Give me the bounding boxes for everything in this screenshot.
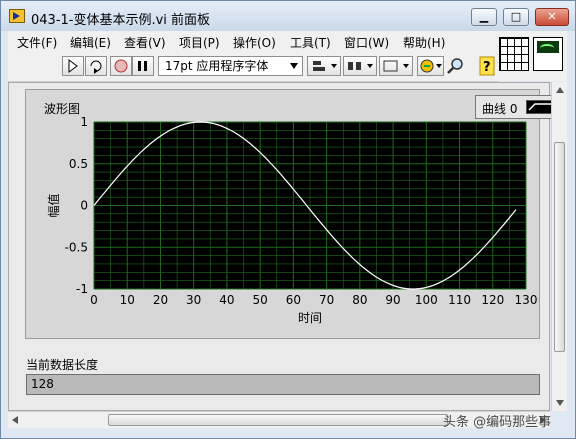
y-tick-label: 0.5 [69, 157, 88, 171]
run-arrow-icon [68, 59, 78, 73]
font-selector[interactable]: 17pt 应用程序字体 [158, 56, 303, 76]
search-icon [447, 58, 463, 74]
x-tick-label: 40 [219, 293, 234, 307]
toolbar: 17pt 应用程序字体 ? [8, 53, 499, 82]
vi-icon-area [499, 31, 567, 81]
vertical-scrollbar[interactable] [551, 82, 567, 411]
stop-icon [114, 59, 128, 73]
y-tick-label: -0.5 [65, 240, 88, 254]
vi-icon[interactable] [533, 37, 563, 71]
run-continuously-icon [90, 60, 102, 74]
menu-bar: 文件(F) 编辑(E) 查看(V) 项目(P) 操作(O) 工具(T) 窗口(W… [8, 31, 499, 53]
y-tick-label: 0 [80, 199, 88, 213]
x-tick-label: 60 [286, 293, 301, 307]
help-question-icon: ? [479, 56, 495, 76]
y-tick-label: 1 [80, 115, 88, 129]
plot-area[interactable]: 0 10 20 30 40 50 60 70 80 90 100 110 120 130 1 0.5 0 -0.5… [26, 90, 541, 340]
menu-edit[interactable]: 编辑(E) [70, 34, 111, 51]
scroll-down-icon[interactable] [556, 400, 564, 406]
window-title: 043-1-变体基本示例.vi 前面板 [31, 13, 211, 28]
x-tick-label: 0 [90, 293, 98, 307]
align-icon [313, 61, 337, 71]
x-tick-label: 30 [186, 293, 201, 307]
menu-window[interactable]: 窗口(W) [344, 34, 389, 51]
align-objects-button[interactable] [307, 56, 341, 76]
run-button[interactable] [62, 56, 84, 76]
minimize-button[interactable]: ▁ [471, 8, 497, 26]
scroll-left-icon[interactable] [12, 416, 18, 424]
waveform-graph[interactable]: 波形图 曲线 0 0 10 20 30 40 50 60 70 80 90 100 110 120 130… [25, 89, 557, 340]
distribute-objects-button[interactable] [343, 56, 377, 76]
reorder-button[interactable] [417, 56, 444, 76]
data-length-indicator: 128 [26, 374, 540, 395]
data-length-label: 当前数据长度 [26, 358, 99, 372]
x-tick-label: 90 [385, 293, 400, 307]
run-continuously-button[interactable] [85, 56, 107, 76]
x-tick-label: 130 [515, 293, 538, 307]
x-tick-label: 20 [153, 293, 168, 307]
x-tick-label: 10 [120, 293, 135, 307]
menu-tools[interactable]: 工具(T) [290, 34, 331, 51]
menu-file[interactable]: 文件(F) [17, 34, 57, 51]
x-tick-label: 50 [253, 293, 268, 307]
svg-text:?: ? [483, 60, 491, 75]
x-tick-label: 70 [319, 293, 334, 307]
chevron-down-icon [290, 63, 298, 69]
vertical-scroll-thumb[interactable] [554, 142, 565, 352]
pause-button[interactable] [132, 56, 154, 76]
connector-pane-icon[interactable] [499, 37, 529, 71]
menu-project[interactable]: 项目(P) [179, 34, 220, 51]
front-panel: 波形图 曲线 0 0 10 20 30 40 50 60 70 80 90 100 110 120 130… [8, 82, 557, 411]
labview-app-icon [9, 9, 25, 23]
labview-front-panel-window: 043-1-变体基本示例.vi 前面板 ▁ □ ✕ 文件(F) 编辑(E) 查看… [0, 0, 576, 439]
search-button[interactable] [446, 56, 468, 76]
x-tick-label: 80 [352, 293, 367, 307]
scroll-up-icon[interactable] [556, 87, 564, 93]
context-help-button[interactable]: ? [476, 56, 498, 76]
menu-view[interactable]: 查看(V) [124, 34, 166, 51]
resize-icon [383, 60, 409, 72]
title-bar[interactable]: 043-1-变体基本示例.vi 前面板 ▁ □ ✕ [1, 1, 575, 31]
close-icon: ✕ [547, 10, 557, 23]
x-tick-label: 120 [481, 293, 504, 307]
pause-icon [138, 61, 147, 71]
y-tick-label: -1 [76, 282, 88, 296]
maximize-button[interactable]: □ [503, 8, 529, 26]
distribute-icon [348, 62, 373, 70]
x-axis-label: 时间 [298, 311, 322, 325]
menu-help[interactable]: 帮助(H) [403, 34, 445, 51]
horizontal-scroll-thumb[interactable] [108, 414, 448, 426]
reorder-icon [420, 59, 442, 73]
minimize-icon: ▁ [479, 10, 489, 23]
x-tick-label: 100 [415, 293, 438, 307]
menu-operate[interactable]: 操作(O) [233, 34, 276, 51]
abort-button[interactable] [110, 56, 132, 76]
watermark-text: 头条 @编码那些事 [443, 415, 552, 430]
close-button[interactable]: ✕ [535, 8, 569, 26]
font-selector-value: 17pt 应用程序字体 [165, 59, 269, 73]
y-axis-label: 幅值 [46, 193, 61, 217]
resize-objects-button[interactable] [379, 56, 413, 76]
x-tick-label: 110 [448, 293, 471, 307]
maximize-icon: □ [510, 10, 522, 23]
